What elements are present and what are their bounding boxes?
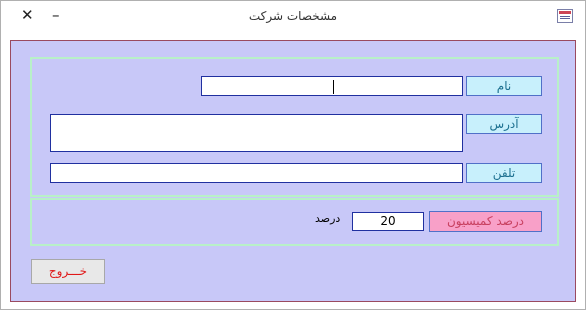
name-label: نام	[466, 76, 542, 96]
phone-label: تلفن	[466, 163, 542, 183]
commission-label: درصد کمیسیون	[429, 211, 542, 232]
name-field[interactable]	[201, 76, 463, 96]
text-cursor	[333, 80, 334, 94]
form-icon	[557, 9, 573, 23]
address-label: آدرس	[466, 114, 542, 134]
title-bar: ✕ – مشخصات شرکت	[1, 1, 585, 31]
window-title: مشخصات شرکت	[248, 9, 338, 23]
exit-button[interactable]: خـــروج	[31, 259, 105, 284]
percent-text: درصد	[315, 212, 341, 225]
commission-input[interactable]: 20	[352, 212, 424, 231]
address-field[interactable]	[50, 114, 463, 152]
window: ✕ – مشخصات شرکت نام آدرس تلفن درصد کمیسی…	[0, 0, 586, 310]
phone-field[interactable]	[50, 163, 463, 183]
form-body: نام آدرس تلفن درصد کمیسیون 20 درصد خـــر…	[10, 40, 576, 302]
